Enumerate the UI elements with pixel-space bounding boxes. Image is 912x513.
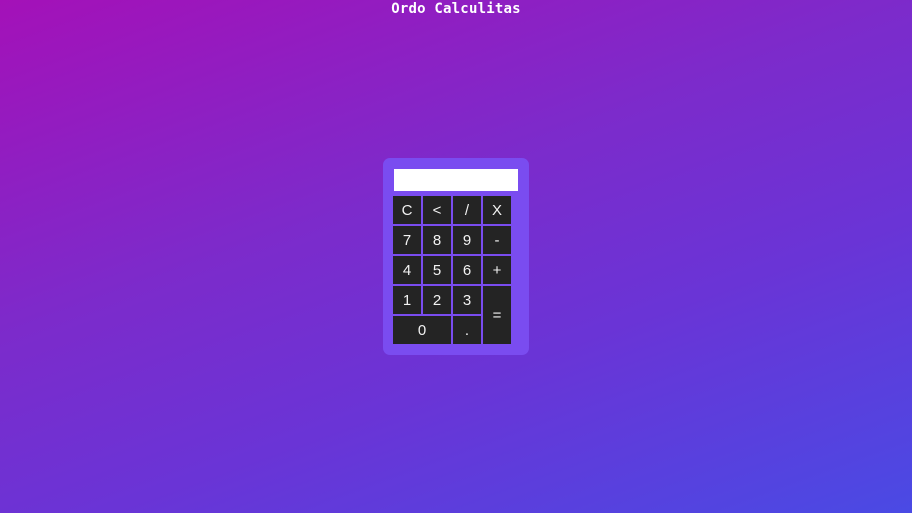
digit-6-button[interactable]: 6 xyxy=(452,255,482,285)
minus-button[interactable]: - xyxy=(482,225,512,255)
digit-9-button[interactable]: 9 xyxy=(452,225,482,255)
calculator: C < / X 7 8 9 - 4 5 6 + 1 2 3 = 0 . xyxy=(383,158,529,355)
backspace-button[interactable]: < xyxy=(422,195,452,225)
digit-7-button[interactable]: 7 xyxy=(392,225,422,255)
digit-4-button[interactable]: 4 xyxy=(392,255,422,285)
digit-0-button[interactable]: 0 xyxy=(392,315,452,345)
clear-button[interactable]: C xyxy=(392,195,422,225)
decimal-point-button[interactable]: . xyxy=(452,315,482,345)
multiply-button[interactable]: X xyxy=(482,195,512,225)
plus-button[interactable]: + xyxy=(482,255,512,285)
digit-3-button[interactable]: 3 xyxy=(452,285,482,315)
digit-5-button[interactable]: 5 xyxy=(422,255,452,285)
equals-button[interactable]: = xyxy=(482,285,512,345)
digit-1-button[interactable]: 1 xyxy=(392,285,422,315)
page-title: Ordo Calculitas xyxy=(391,1,521,17)
digit-2-button[interactable]: 2 xyxy=(422,285,452,315)
keypad: C < / X 7 8 9 - 4 5 6 + 1 2 3 = 0 . xyxy=(392,195,512,345)
digit-8-button[interactable]: 8 xyxy=(422,225,452,255)
calculator-display[interactable] xyxy=(394,169,518,191)
divide-button[interactable]: / xyxy=(452,195,482,225)
